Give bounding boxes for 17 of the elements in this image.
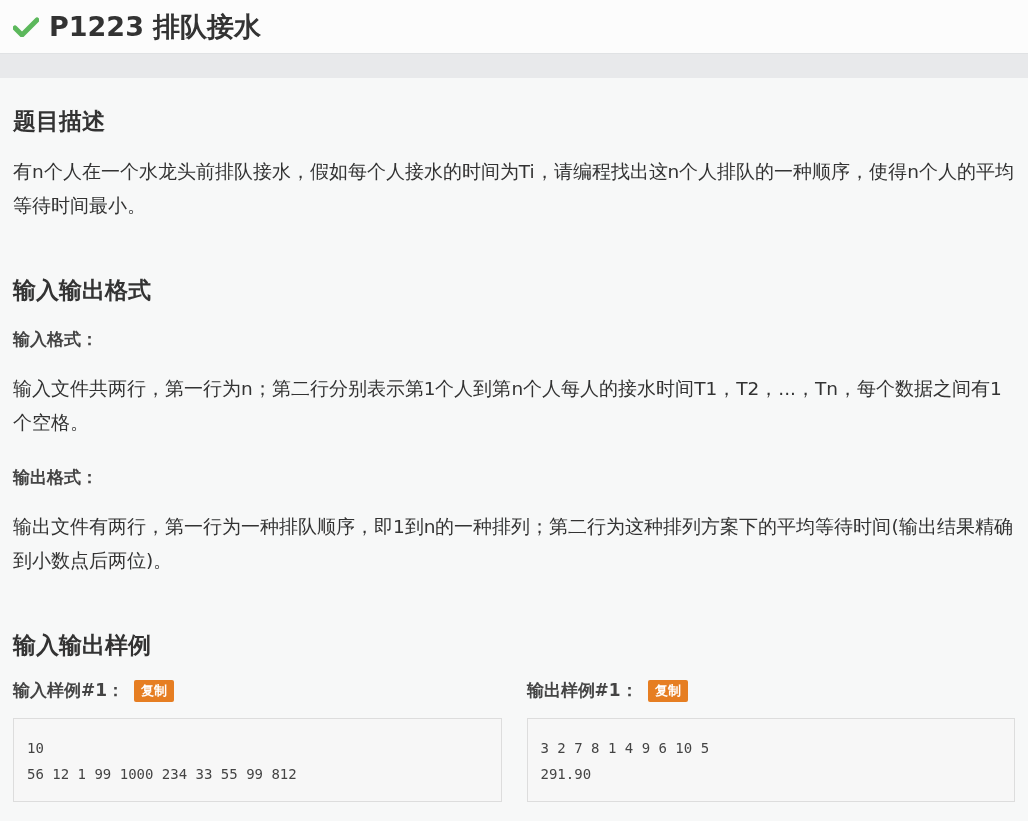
section-heading: 输入输出样例 bbox=[13, 631, 151, 660]
section-heading: 输入输出格式 bbox=[13, 276, 151, 305]
code-line: 10 bbox=[27, 739, 45, 758]
copy-button[interactable]: 复制 bbox=[134, 679, 175, 702]
problem-title: P1223 排队接水 bbox=[49, 9, 262, 44]
section-heading: 题目描述 bbox=[13, 107, 105, 136]
code-line: 291.90 bbox=[540, 765, 593, 784]
subheading: 输出格式： bbox=[13, 466, 99, 489]
sample-label: 输入样例#1： bbox=[13, 679, 125, 702]
subheading: 输入格式： bbox=[13, 328, 99, 351]
code-line: 56 12 1 99 1000 234 33 55 99 812 bbox=[27, 765, 298, 784]
sample-label: 输出样例#1： bbox=[526, 679, 638, 702]
paragraph: 输出文件有两行，第一行为一种排队顺序，即1到n的一种排列；第二行为这种排列方案下的平均等待时间(输出结果精确到小数点后两位)。 bbox=[13, 515, 1014, 573]
copy-button[interactable]: 复制 bbox=[647, 679, 688, 702]
paragraph: 输入文件共两行，第一行为n；第二行分别表示第1个人到第n个人每人的接水时间T1，T2，...，Tn，每个数据之间有1个空格。 bbox=[13, 377, 1003, 435]
paragraph: 有n个人在一个水龙头前排队接水，假如每个人接水的时间为Ti，请编程找出这n个人排队的一种顺序，使得n个人的平均等待时间最小。 bbox=[13, 160, 1015, 218]
code-line: 3 2 7 8 1 4 9 6 10 5 bbox=[540, 739, 711, 758]
